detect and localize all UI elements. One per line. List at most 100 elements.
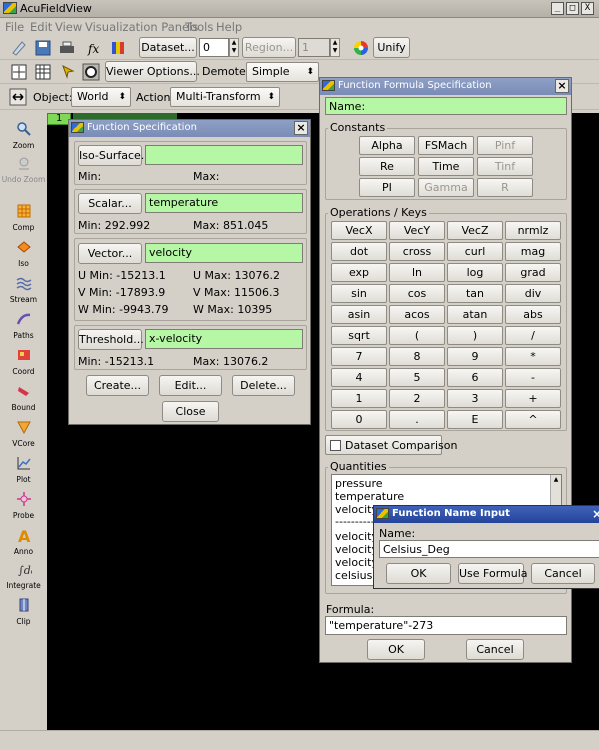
name-input-ok-button[interactable]: OK bbox=[386, 563, 451, 584]
palette-clip[interactable]: Clip bbox=[0, 597, 47, 626]
menu-help[interactable]: Help bbox=[216, 20, 242, 34]
name-input-field[interactable]: Celsius_Deg bbox=[379, 540, 599, 558]
key-button[interactable]: 6 bbox=[447, 368, 503, 387]
demote-select[interactable]: Simple ⬍ bbox=[246, 62, 319, 82]
key-button[interactable]: * bbox=[505, 347, 561, 366]
menu-visualization-panels[interactable]: Visualization Panels bbox=[85, 20, 198, 34]
dataset-spinner[interactable]: ▲ ▼ bbox=[229, 38, 239, 57]
palette-stream[interactable]: Stream bbox=[0, 275, 47, 304]
menu-file[interactable]: File bbox=[5, 20, 24, 34]
region-field[interactable]: 1 bbox=[298, 38, 330, 57]
vector-field[interactable]: velocity bbox=[145, 243, 303, 263]
open-icon[interactable] bbox=[10, 39, 28, 57]
palette-integrate[interactable]: ∫da Integrate bbox=[0, 561, 47, 590]
formula-close-icon[interactable]: × bbox=[555, 79, 569, 93]
key-button[interactable]: cos bbox=[389, 284, 445, 303]
const-alpha-button[interactable]: Alpha bbox=[359, 136, 415, 155]
dataset-button[interactable]: Dataset... bbox=[139, 37, 197, 58]
palette-undo-zoom[interactable]: Undo Zoom bbox=[0, 155, 47, 184]
const-fsmach-button[interactable]: FSMach bbox=[418, 136, 474, 155]
color-wheel-icon[interactable] bbox=[352, 39, 370, 57]
record-icon[interactable] bbox=[82, 63, 100, 81]
scroll-up-icon[interactable]: ▲ bbox=[552, 476, 560, 485]
key-button[interactable]: . bbox=[389, 410, 445, 429]
name-input-title-bar[interactable]: Function Name Input × bbox=[374, 506, 599, 523]
menu-tools[interactable]: Tools bbox=[185, 20, 213, 34]
function-fx-icon[interactable]: fx bbox=[86, 39, 104, 57]
const-tinf-button[interactable]: Tinf bbox=[477, 157, 533, 176]
key-button[interactable]: 1 bbox=[331, 389, 387, 408]
list-item[interactable]: celsius bbox=[335, 569, 372, 582]
key-button[interactable]: 3 bbox=[447, 389, 503, 408]
key-button[interactable]: VecY bbox=[389, 221, 445, 240]
edit-button[interactable]: Edit... bbox=[159, 375, 222, 396]
close-button[interactable]: Close bbox=[162, 401, 219, 422]
palette-bound[interactable]: Bound bbox=[0, 383, 47, 412]
key-button[interactable]: 2 bbox=[389, 389, 445, 408]
name-input-close-icon[interactable]: × bbox=[592, 507, 599, 521]
list-item[interactable]: temperature bbox=[335, 490, 404, 503]
minimize-button[interactable]: _ bbox=[551, 2, 564, 15]
transform-mode-icon[interactable] bbox=[9, 88, 27, 106]
key-button[interactable]: sin bbox=[331, 284, 387, 303]
close-window-button[interactable]: X bbox=[581, 2, 594, 15]
key-button[interactable]: asin bbox=[331, 305, 387, 324]
key-button[interactable]: atan bbox=[447, 305, 503, 324]
iso-surface-field[interactable] bbox=[145, 145, 303, 165]
const-re-button[interactable]: Re bbox=[359, 157, 415, 176]
scalar-field[interactable]: temperature bbox=[145, 193, 303, 213]
key-button[interactable]: E bbox=[447, 410, 503, 429]
region-spinner[interactable]: ▲ ▼ bbox=[330, 38, 340, 57]
vector-button[interactable]: Vector... bbox=[78, 243, 142, 264]
const-time-button[interactable]: Time bbox=[418, 157, 474, 176]
palette-zoom[interactable]: Zoom bbox=[0, 121, 47, 150]
center-view-icon[interactable] bbox=[10, 63, 28, 81]
function-spec-title-bar[interactable]: Function Specification × bbox=[69, 120, 310, 137]
key-button[interactable]: 8 bbox=[389, 347, 445, 366]
key-button[interactable]: + bbox=[505, 389, 561, 408]
print-icon[interactable] bbox=[58, 39, 76, 57]
palette-paths[interactable]: Paths bbox=[0, 311, 47, 340]
const-pinf-button[interactable]: Pinf bbox=[477, 136, 533, 155]
palette-comp[interactable]: Comp bbox=[0, 203, 47, 232]
key-button[interactable]: - bbox=[505, 368, 561, 387]
key-button[interactable]: 7 bbox=[331, 347, 387, 366]
dataset-comparison-checkbox[interactable] bbox=[330, 440, 341, 451]
key-button[interactable]: sqrt bbox=[331, 326, 387, 345]
action-select[interactable]: Multi-Transform ⬍ bbox=[170, 87, 280, 107]
menu-edit[interactable]: Edit bbox=[30, 20, 52, 34]
key-button[interactable]: exp bbox=[331, 263, 387, 282]
key-button[interactable]: acos bbox=[389, 305, 445, 324]
function-spec-close-icon[interactable]: × bbox=[294, 121, 308, 135]
formula-title-bar[interactable]: Function Formula Specification × bbox=[320, 78, 571, 95]
menu-view[interactable]: View bbox=[55, 20, 82, 34]
key-button[interactable]: dot bbox=[331, 242, 387, 261]
key-button[interactable]: tan bbox=[447, 284, 503, 303]
dataset-field[interactable]: 0 bbox=[199, 38, 229, 57]
key-button[interactable]: ( bbox=[389, 326, 445, 345]
dataset-comparison-button[interactable]: Dataset Comparison bbox=[325, 435, 457, 455]
name-input-cancel-button[interactable]: Cancel bbox=[531, 563, 595, 584]
key-button[interactable]: abs bbox=[505, 305, 561, 324]
threshold-field[interactable]: x-velocity bbox=[145, 329, 303, 349]
palette-probe[interactable]: Probe bbox=[0, 491, 47, 520]
key-button[interactable]: 4 bbox=[331, 368, 387, 387]
key-button[interactable]: VecX bbox=[331, 221, 387, 240]
palette-plot[interactable]: Plot bbox=[0, 455, 47, 484]
formula-name-field[interactable]: Name: bbox=[325, 97, 567, 115]
create-button[interactable]: Create... bbox=[86, 375, 149, 396]
key-button[interactable]: div bbox=[505, 284, 561, 303]
unify-button[interactable]: Unify bbox=[373, 37, 410, 58]
viewer-options-button[interactable]: Viewer Options... bbox=[105, 61, 200, 82]
key-button[interactable]: ^ bbox=[505, 410, 561, 429]
object-select[interactable]: World ⬍ bbox=[71, 87, 131, 107]
use-formula-button[interactable]: Use Formula bbox=[458, 563, 528, 584]
pick-cursor-icon[interactable] bbox=[59, 63, 77, 81]
delete-button[interactable]: Delete... bbox=[232, 375, 295, 396]
save-icon[interactable] bbox=[34, 39, 52, 57]
palette-iso[interactable]: Iso bbox=[0, 239, 47, 268]
threshold-button[interactable]: Threshold... bbox=[78, 329, 144, 350]
const-gamma-button[interactable]: Gamma bbox=[418, 178, 474, 197]
palette-coord[interactable]: Coord bbox=[0, 347, 47, 376]
key-button[interactable]: 5 bbox=[389, 368, 445, 387]
